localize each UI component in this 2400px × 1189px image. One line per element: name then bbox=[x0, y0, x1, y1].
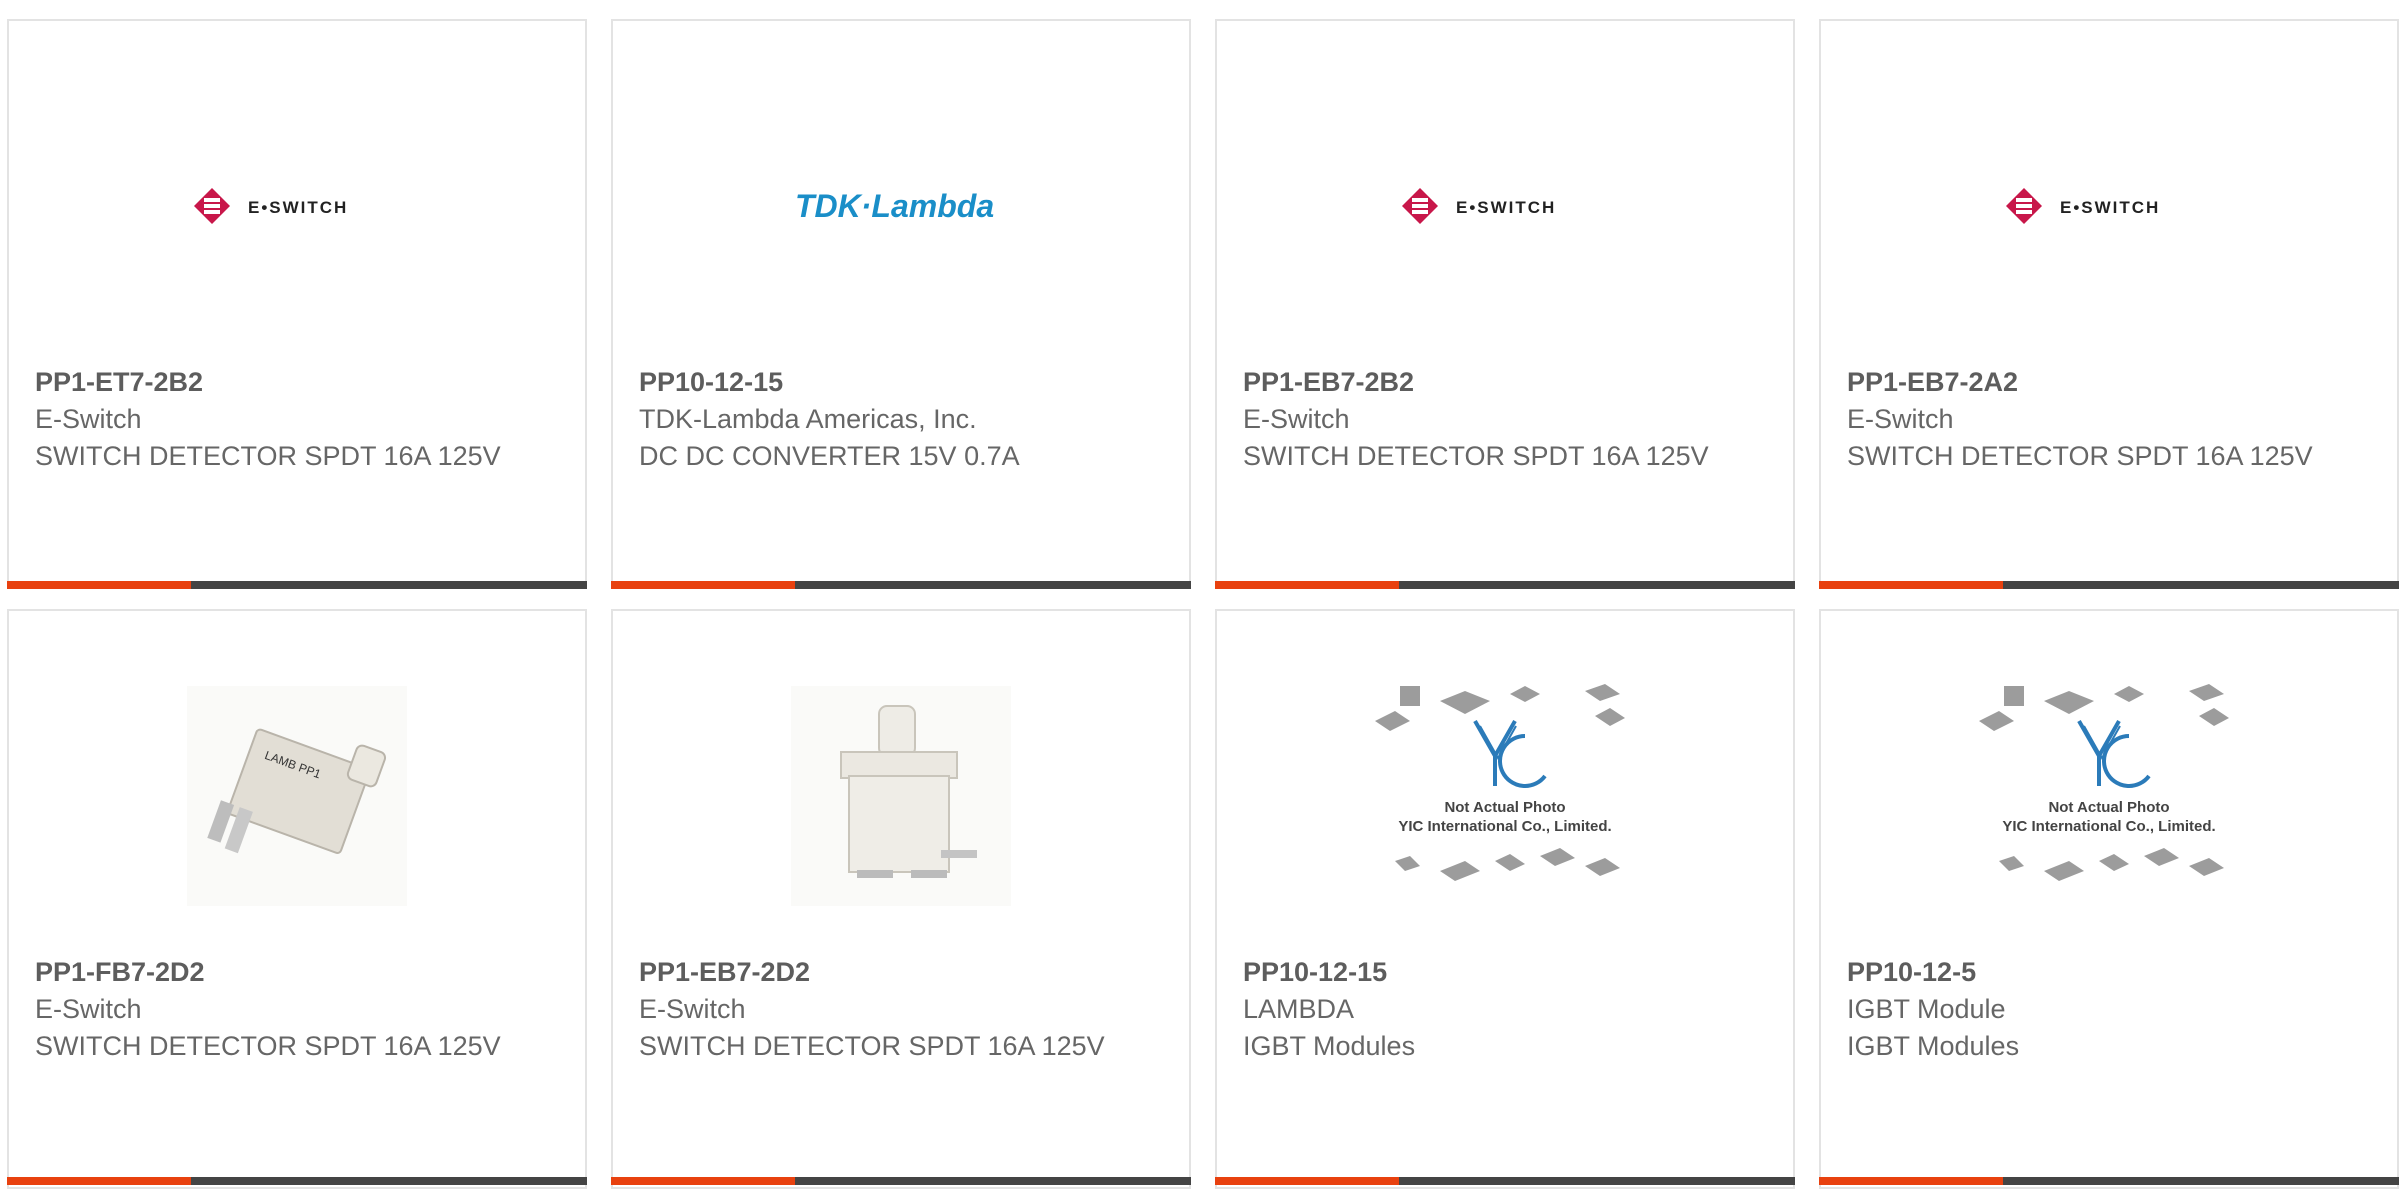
manufacturer: E-Switch bbox=[35, 404, 142, 434]
product-card[interactable]: E•SWITCH PP1-EB7-2B2 E-Switch SWITCH DET… bbox=[1215, 19, 1795, 589]
eswitch-logo: E•SWITCH bbox=[1821, 61, 2397, 351]
card-bar bbox=[1215, 581, 1795, 589]
svg-text:Not Actual Photo: Not Actual Photo bbox=[2048, 799, 2169, 816]
part-number[interactable]: PP1-EB7-2A2 bbox=[1847, 364, 2377, 401]
svg-text:E•SWITCH: E•SWITCH bbox=[248, 198, 348, 217]
description: SWITCH DETECTOR SPDT 16A 125V bbox=[1847, 441, 2313, 471]
svg-text:E•SWITCH: E•SWITCH bbox=[2060, 198, 2160, 217]
description: SWITCH DETECTOR SPDT 16A 125V bbox=[1243, 441, 1709, 471]
card-bar bbox=[7, 1177, 587, 1185]
eswitch-logo: E•SWITCH bbox=[9, 61, 585, 351]
card-bar bbox=[611, 1177, 1191, 1185]
tdk-lambda-logo: TDK·Lambda bbox=[613, 61, 1189, 351]
svg-text:Not Actual Photo: Not Actual Photo bbox=[1444, 799, 1565, 816]
svg-text:TDK·Lambda: TDK·Lambda bbox=[795, 188, 994, 224]
description: DC DC CONVERTER 15V 0.7A bbox=[639, 441, 1020, 471]
card-bar bbox=[1819, 581, 2399, 589]
product-card[interactable]: Not Actual Photo YIC International Co., … bbox=[1819, 609, 2399, 1189]
switch-photo bbox=[613, 651, 1189, 941]
card-bar bbox=[611, 581, 1191, 589]
part-number[interactable]: PP10-12-15 bbox=[1243, 954, 1773, 991]
product-card[interactable]: TDK·Lambda PP10-12-15 TDK-Lambda America… bbox=[611, 19, 1191, 589]
description: SWITCH DETECTOR SPDT 16A 125V bbox=[35, 1031, 501, 1061]
yic-placeholder-image: Not Actual Photo YIC International Co., … bbox=[1217, 651, 1793, 941]
part-number[interactable]: PP10-12-5 bbox=[1847, 954, 2377, 991]
description: IGBT Modules bbox=[1243, 1031, 1416, 1061]
eswitch-logo: E•SWITCH bbox=[1217, 61, 1793, 351]
product-card[interactable]: LAMB PP1 PP1-FB7-2D2 E-Switch SWITCH DET… bbox=[7, 609, 587, 1189]
svg-text:E•SWITCH: E•SWITCH bbox=[1456, 198, 1556, 217]
manufacturer: E-Switch bbox=[35, 994, 142, 1024]
card-bar bbox=[7, 581, 587, 589]
manufacturer: IGBT Module bbox=[1847, 994, 2006, 1024]
part-number[interactable]: PP1-EB7-2D2 bbox=[639, 954, 1169, 991]
card-bar bbox=[1215, 1177, 1795, 1185]
svg-text:YIC International Co., Limited: YIC International Co., Limited. bbox=[2002, 818, 2215, 835]
product-card[interactable]: E•SWITCH PP1-ET7-2B2 E-Switch SWITCH DET… bbox=[7, 19, 587, 589]
part-number[interactable]: PP1-EB7-2B2 bbox=[1243, 364, 1773, 401]
card-bar bbox=[1819, 1177, 2399, 1185]
manufacturer: E-Switch bbox=[1243, 404, 1350, 434]
manufacturer: TDK-Lambda Americas, Inc. bbox=[639, 404, 977, 434]
description: SWITCH DETECTOR SPDT 16A 125V bbox=[639, 1031, 1105, 1061]
description: IGBT Modules bbox=[1847, 1031, 2020, 1061]
product-card[interactable]: E•SWITCH PP1-EB7-2A2 E-Switch SWITCH DET… bbox=[1819, 19, 2399, 589]
product-card[interactable]: Not Actual Photo YIC International Co., … bbox=[1215, 609, 1795, 1189]
part-number[interactable]: PP10-12-15 bbox=[639, 364, 1169, 401]
manufacturer: E-Switch bbox=[1847, 404, 1954, 434]
part-number[interactable]: PP1-FB7-2D2 bbox=[35, 954, 565, 991]
manufacturer: LAMBDA bbox=[1243, 994, 1355, 1024]
yic-placeholder-image: Not Actual Photo YIC International Co., … bbox=[1821, 651, 2397, 941]
svg-text:YIC International Co., Limited: YIC International Co., Limited. bbox=[1398, 818, 1611, 835]
part-number[interactable]: PP1-ET7-2B2 bbox=[35, 364, 565, 401]
product-card[interactable]: PP1-EB7-2D2 E-Switch SWITCH DETECTOR SPD… bbox=[611, 609, 1191, 1189]
switch-photo: LAMB PP1 bbox=[9, 651, 585, 941]
manufacturer: E-Switch bbox=[639, 994, 746, 1024]
description: SWITCH DETECTOR SPDT 16A 125V bbox=[35, 441, 501, 471]
